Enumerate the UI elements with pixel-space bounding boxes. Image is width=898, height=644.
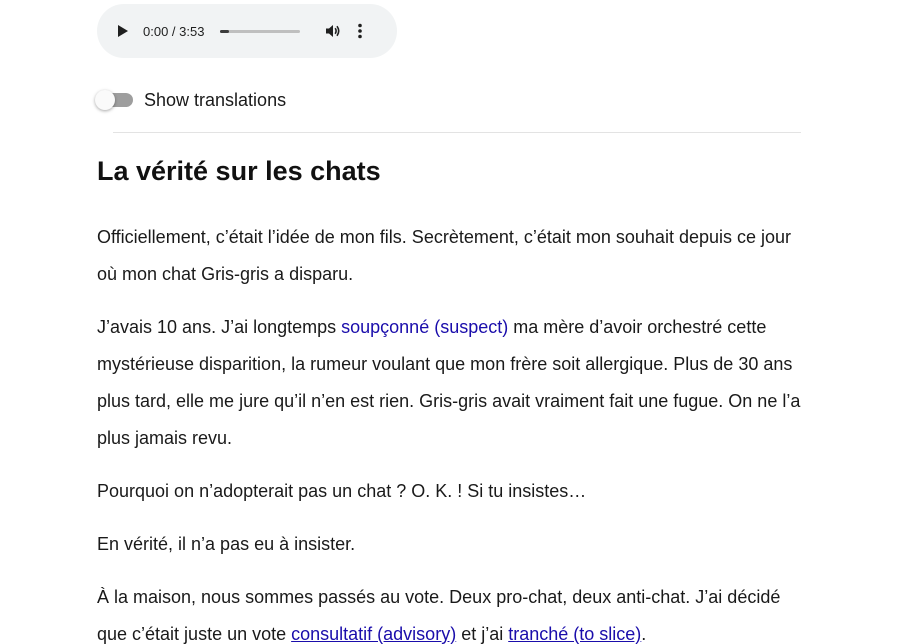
- divider: [113, 132, 801, 133]
- article-title: La vérité sur les chats: [97, 156, 381, 186]
- show-translations-toggle-row: Show translations: [95, 84, 286, 110]
- more-vert-icon[interactable]: [356, 22, 364, 40]
- audio-time-separator: /: [168, 23, 180, 39]
- audio-seek-bar[interactable]: [220, 29, 301, 33]
- paragraph-2-text-before: J’avais 10 ans. J’ai longtemps: [97, 317, 342, 337]
- page: 0:00 / 3:53 Show translations La vérité …: [0, 0, 898, 644]
- audio-time: 0:00 / 3:53: [143, 24, 204, 39]
- vocab-link-soupconne[interactable]: soupçonné (suspect): [341, 317, 508, 337]
- vocab-link-tranche[interactable]: tranché (to slice): [508, 624, 641, 644]
- audio-current-time: 0:00: [143, 23, 169, 39]
- paragraph-5-text-after: .: [641, 624, 647, 644]
- paragraph-2: J’avais 10 ans. J’ai longtemps soupçonné…: [97, 309, 811, 457]
- paragraph-4: En vérité, il n’a pas eu à insister.: [97, 534, 356, 554]
- audio-player[interactable]: 0:00 / 3:53: [97, 4, 397, 58]
- audio-duration: 3:53: [179, 23, 205, 39]
- toggle-knob: [95, 90, 115, 110]
- vocab-link-consultatif[interactable]: consultatif (advisory): [291, 624, 456, 644]
- volume-icon[interactable]: [324, 22, 342, 40]
- show-translations-toggle[interactable]: [95, 87, 133, 110]
- paragraph-5-text-middle: et j’ai: [456, 624, 509, 644]
- paragraph-3: Pourquoi on n’adopterait pas un chat ? O…: [97, 481, 587, 501]
- play-icon[interactable]: [113, 21, 133, 41]
- show-translations-label[interactable]: Show translations: [144, 90, 286, 111]
- audio-seek-progress: [220, 29, 230, 33]
- article-body: Officiellement, c’était l’idée de mon fi…: [97, 219, 811, 644]
- paragraph-1: Officiellement, c’était l’idée de mon fi…: [97, 227, 792, 284]
- paragraph-5: À la maison, nous sommes passés au vote.…: [97, 579, 811, 644]
